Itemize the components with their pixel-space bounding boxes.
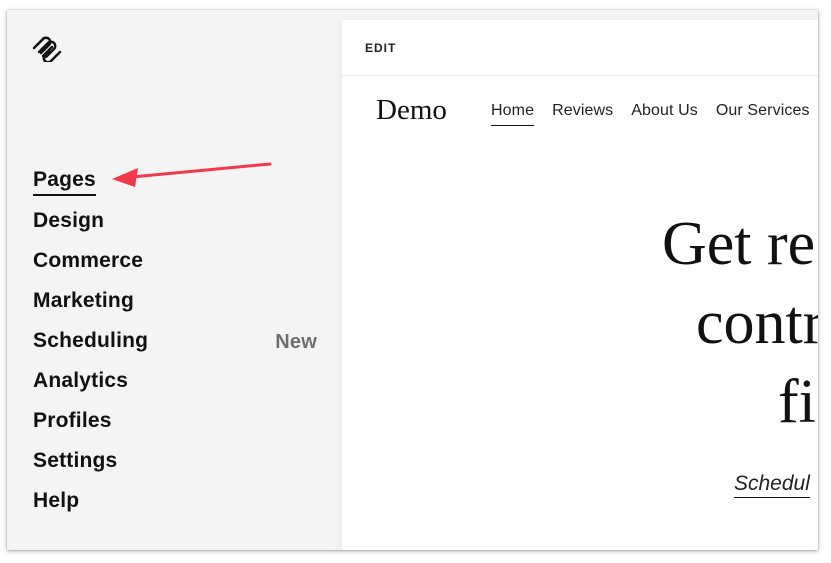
hero-line: contr (696, 289, 818, 357)
site-title[interactable]: Demo (376, 94, 447, 127)
site-header: Demo Home Reviews About Us Our Services (342, 86, 818, 146)
edit-button[interactable]: EDIT (365, 41, 396, 55)
sidebar-item-label: Design (33, 209, 105, 232)
sidebar-item-design[interactable]: Design (33, 202, 313, 242)
site-preview: EDIT Demo Home Reviews About Us Our Serv… (342, 20, 818, 550)
site-nav: Home Reviews About Us Our Services (491, 102, 818, 126)
sidebar-nav: Pages Design Commerce Marketing Scheduli… (33, 162, 317, 522)
sidebar-item-help[interactable]: Help (33, 482, 313, 522)
sidebar-item-marketing[interactable]: Marketing (33, 282, 313, 322)
sidebar-item-commerce[interactable]: Commerce (33, 242, 313, 282)
sidebar-item-label: Pages (33, 168, 96, 196)
sidebar-item-pages[interactable]: Pages (33, 162, 313, 202)
new-badge: New (275, 330, 317, 353)
squarespace-logo-icon[interactable] (31, 34, 63, 64)
sidebar-item-label: Marketing (33, 289, 134, 312)
sidebar-item-label: Profiles (33, 409, 112, 432)
sidebar-item-scheduling[interactable]: Scheduling New (33, 322, 317, 362)
sidebar-item-label: Settings (33, 449, 118, 472)
edit-bar: EDIT (342, 20, 818, 76)
app-window: Pages Design Commerce Marketing Scheduli… (7, 10, 818, 550)
sidebar: Pages Design Commerce Marketing Scheduli… (7, 10, 342, 550)
sidebar-item-label: Commerce (33, 249, 144, 272)
site-nav-home[interactable]: Home (491, 102, 535, 126)
site-nav-reviews[interactable]: Reviews (552, 102, 613, 126)
hero-line: Get re (662, 210, 816, 278)
site-nav-our-services[interactable]: Our Services (716, 102, 810, 126)
sidebar-item-label: Analytics (33, 369, 129, 392)
hero-line: fi (778, 368, 816, 436)
site-nav-about-us[interactable]: About Us (631, 102, 698, 126)
sidebar-item-analytics[interactable]: Analytics (33, 362, 313, 402)
sidebar-item-label: Scheduling (33, 329, 149, 352)
sidebar-item-settings[interactable]: Settings (33, 442, 313, 482)
sidebar-item-profiles[interactable]: Profiles (33, 402, 313, 442)
schedule-link[interactable]: Schedul (734, 472, 810, 498)
sidebar-item-label: Help (33, 489, 80, 512)
